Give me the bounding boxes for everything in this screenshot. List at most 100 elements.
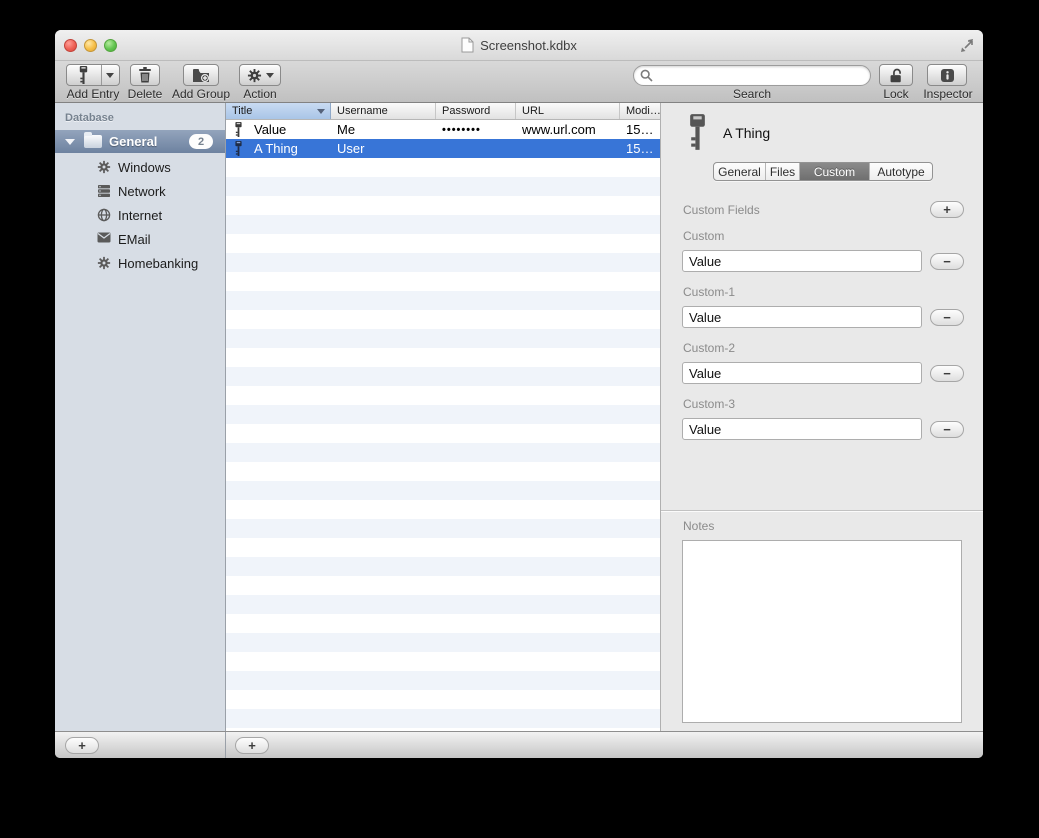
sidebar-item-label: Internet bbox=[118, 208, 162, 223]
minimize-button[interactable] bbox=[84, 39, 97, 52]
sidebar-item-windows[interactable]: Windows bbox=[55, 155, 225, 179]
window-title: Screenshot.kdbx bbox=[480, 38, 577, 53]
remove-field-button[interactable]: − bbox=[930, 421, 964, 438]
field-label: Custom-2 bbox=[683, 341, 735, 355]
column-header-username[interactable]: Username bbox=[331, 103, 436, 119]
tab-autotype[interactable]: Autotype bbox=[870, 163, 932, 180]
chevron-down-icon[interactable] bbox=[102, 73, 119, 78]
sidebar: Database General 2 Windows Network bbox=[55, 103, 226, 731]
field-label: Custom-1 bbox=[683, 285, 735, 299]
action-button[interactable] bbox=[239, 64, 281, 86]
sidebar-item-label: Homebanking bbox=[118, 256, 198, 271]
field-label: Custom-3 bbox=[683, 397, 735, 411]
add-entry-button[interactable] bbox=[66, 64, 120, 86]
key-icon bbox=[687, 114, 708, 150]
globe-icon bbox=[97, 208, 111, 222]
sidebar-item-label: Network bbox=[118, 184, 166, 199]
search-label: Search bbox=[633, 87, 871, 101]
disclosure-triangle-icon[interactable] bbox=[65, 139, 75, 145]
cell-modified: 15… bbox=[620, 120, 660, 139]
app-window: Screenshot.kdbx Add Entry Delete bbox=[55, 30, 983, 758]
gear-icon bbox=[247, 68, 262, 83]
table-row-selected[interactable]: A Thing User 15… bbox=[226, 139, 660, 158]
bottom-bar-divider bbox=[225, 732, 226, 758]
field-value-input[interactable] bbox=[682, 362, 922, 384]
notes-label: Notes bbox=[683, 519, 714, 533]
table-header: Title Username Password URL Modi… bbox=[226, 103, 660, 120]
chevron-down-icon bbox=[266, 73, 274, 78]
document-icon bbox=[461, 37, 474, 53]
add-group-label: Add Group bbox=[168, 87, 234, 101]
sidebar-group-label: General bbox=[109, 134, 157, 149]
section-divider bbox=[661, 510, 983, 511]
add-field-button[interactable]: + bbox=[930, 201, 964, 218]
sidebar-item-internet[interactable]: Internet bbox=[55, 203, 225, 227]
entry-title: A Thing bbox=[723, 125, 770, 141]
add-group-bottom-button[interactable]: + bbox=[65, 737, 99, 754]
folder-icon bbox=[84, 135, 102, 148]
field-label: Custom bbox=[683, 229, 724, 243]
sidebar-item-email[interactable]: EMail bbox=[55, 227, 225, 251]
titlebar: Screenshot.kdbx bbox=[55, 30, 983, 61]
notes-textarea[interactable] bbox=[682, 540, 962, 723]
inspector-label: Inspector bbox=[917, 87, 979, 101]
envelope-icon bbox=[97, 232, 111, 246]
cell-password bbox=[436, 139, 516, 158]
inspector-tabs: General Files Custom Autotype bbox=[713, 162, 933, 181]
sidebar-item-network[interactable]: Network bbox=[55, 179, 225, 203]
sidebar-item-label: EMail bbox=[118, 232, 151, 247]
cell-modified: 15… bbox=[620, 139, 660, 158]
cell-url bbox=[516, 139, 620, 158]
field-value-input[interactable] bbox=[682, 250, 922, 272]
column-header-title[interactable]: Title bbox=[226, 103, 331, 119]
tab-files[interactable]: Files bbox=[766, 163, 800, 180]
inspector-panel: A Thing General Files Custom Autotype Cu… bbox=[660, 103, 983, 731]
remove-field-button[interactable]: − bbox=[930, 253, 964, 270]
table-row[interactable]: Value Me •••••••• www.url.com 15… bbox=[226, 120, 660, 139]
field-value-input[interactable] bbox=[682, 418, 922, 440]
key-icon bbox=[67, 66, 101, 84]
column-header-password[interactable]: Password bbox=[436, 103, 516, 119]
inspector-button[interactable] bbox=[927, 64, 967, 86]
entry-table: Title Username Password URL Modi… bbox=[226, 103, 660, 731]
server-icon bbox=[97, 184, 111, 198]
add-group-button[interactable] bbox=[183, 64, 219, 86]
action-label: Action bbox=[240, 87, 280, 101]
column-header-url[interactable]: URL bbox=[516, 103, 620, 119]
sidebar-group-general[interactable]: General 2 bbox=[55, 130, 225, 153]
key-icon bbox=[234, 141, 243, 156]
zoom-button[interactable] bbox=[104, 39, 117, 52]
traffic-lights bbox=[64, 39, 117, 52]
remove-field-button[interactable]: − bbox=[930, 309, 964, 326]
sidebar-header: Database bbox=[65, 112, 114, 124]
cell-username: User bbox=[331, 139, 436, 158]
field-value-input[interactable] bbox=[682, 306, 922, 328]
cell-title: A Thing bbox=[243, 139, 331, 158]
lock-button[interactable] bbox=[879, 64, 913, 86]
fullscreen-icon[interactable] bbox=[959, 38, 975, 54]
custom-fields-label: Custom Fields bbox=[683, 203, 760, 217]
add-entry-label: Add Entry bbox=[55, 87, 131, 101]
search-icon bbox=[640, 69, 653, 82]
sort-descending-icon bbox=[317, 109, 325, 114]
cell-username: Me bbox=[331, 120, 436, 139]
search-input[interactable] bbox=[633, 65, 871, 86]
toolbar: Add Entry Delete Add Group Action bbox=[55, 61, 983, 103]
close-button[interactable] bbox=[64, 39, 77, 52]
add-entry-bottom-button[interactable]: + bbox=[235, 737, 269, 754]
tab-custom[interactable]: Custom bbox=[800, 163, 870, 180]
sidebar-item-label: Windows bbox=[118, 160, 171, 175]
remove-field-button[interactable]: − bbox=[930, 365, 964, 382]
delete-label: Delete bbox=[125, 87, 165, 101]
delete-button[interactable] bbox=[130, 64, 160, 86]
entry-count-badge: 2 bbox=[189, 134, 213, 149]
gear-icon bbox=[97, 160, 111, 174]
info-icon bbox=[940, 68, 955, 83]
gear-icon bbox=[97, 256, 111, 270]
column-header-modified[interactable]: Modi… bbox=[620, 103, 660, 119]
folder-plus-icon bbox=[192, 68, 210, 83]
sidebar-item-homebanking[interactable]: Homebanking bbox=[55, 251, 225, 275]
unlock-icon bbox=[888, 67, 905, 84]
tab-general[interactable]: General bbox=[714, 163, 766, 180]
table-stripes bbox=[226, 158, 660, 731]
